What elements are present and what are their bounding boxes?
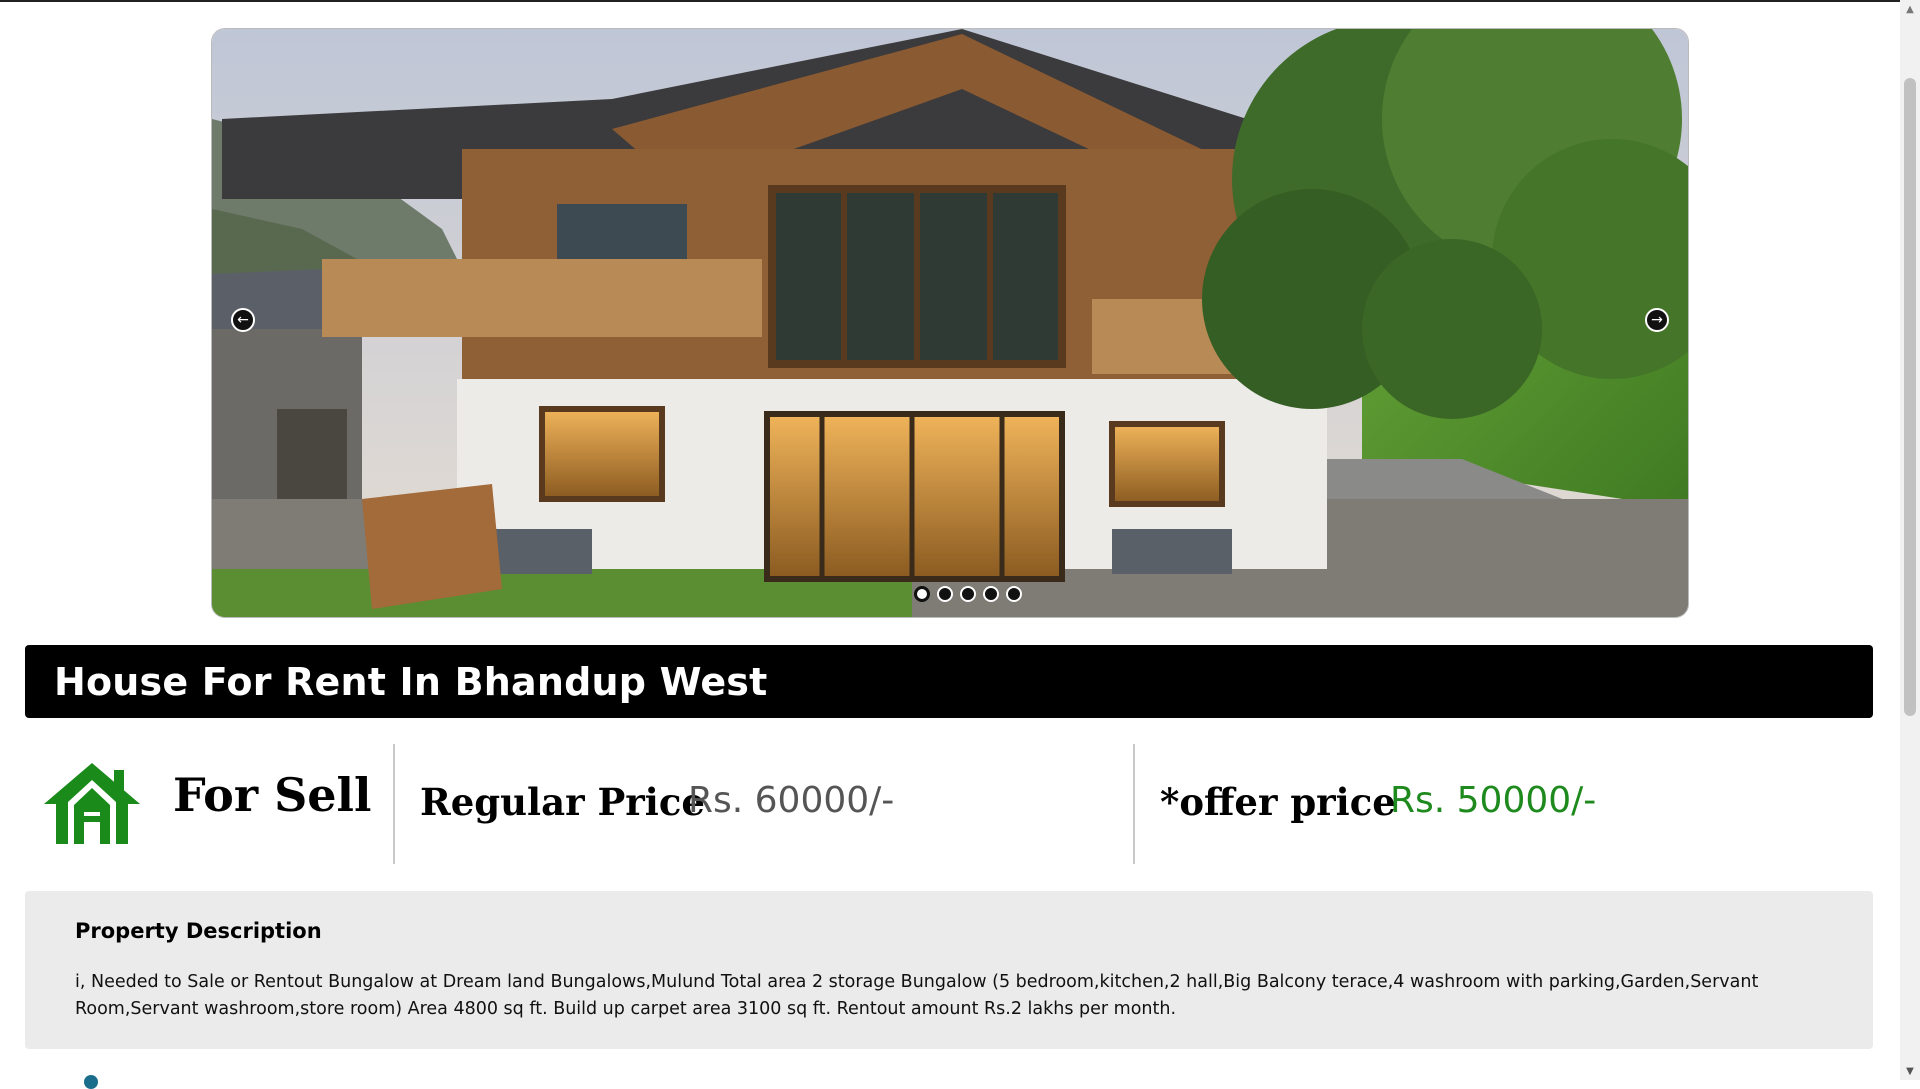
offer-price-value: Rs. 50000/- [1390, 780, 1597, 821]
regular-price-value: Rs. 60000/- [688, 780, 895, 821]
carousel-prev-button[interactable]: ← [231, 308, 255, 332]
divider [1133, 744, 1135, 864]
carousel-dot-4[interactable] [983, 586, 999, 602]
next-section-icon [84, 1075, 98, 1089]
image-carousel[interactable]: ← → [211, 28, 1689, 618]
carousel-dot-5[interactable] [1006, 586, 1022, 602]
property-description: Property Description i, Needed to Sale o… [25, 891, 1873, 1049]
page-scrollbar[interactable]: ▲ ▼ [1900, 0, 1920, 1080]
listing-title-bar: House For Rent In Bhandup West [25, 645, 1873, 718]
carousel-dot-2[interactable] [937, 586, 953, 602]
carousel-dot-3[interactable] [960, 586, 976, 602]
scroll-down-icon[interactable]: ▼ [1900, 1062, 1920, 1080]
description-heading: Property Description [75, 919, 322, 943]
description-text: i, Needed to Sale or Rentout Bungalow at… [75, 972, 1759, 1019]
carousel-indicators [212, 586, 1688, 602]
arrow-right-icon: → [1651, 312, 1663, 328]
arrow-left-icon: ← [237, 312, 249, 328]
carousel-next-button[interactable]: → [1645, 308, 1669, 332]
listing-status: For Sell [173, 768, 372, 822]
price-section: For Sell Regular Price Rs. 60000/- *offe… [25, 744, 1873, 864]
carousel-dot-1[interactable] [914, 586, 930, 602]
house-icon [44, 763, 140, 844]
top-border [0, 0, 1900, 2]
scroll-up-icon[interactable]: ▲ [1900, 0, 1920, 18]
listing-title: House For Rent In Bhandup West [54, 659, 768, 704]
scroll-thumb[interactable] [1904, 78, 1916, 716]
offer-price-label: *offer price [1160, 780, 1396, 824]
property-photo [212, 29, 1688, 617]
regular-price-label: Regular Price [420, 780, 705, 824]
divider [393, 744, 395, 864]
